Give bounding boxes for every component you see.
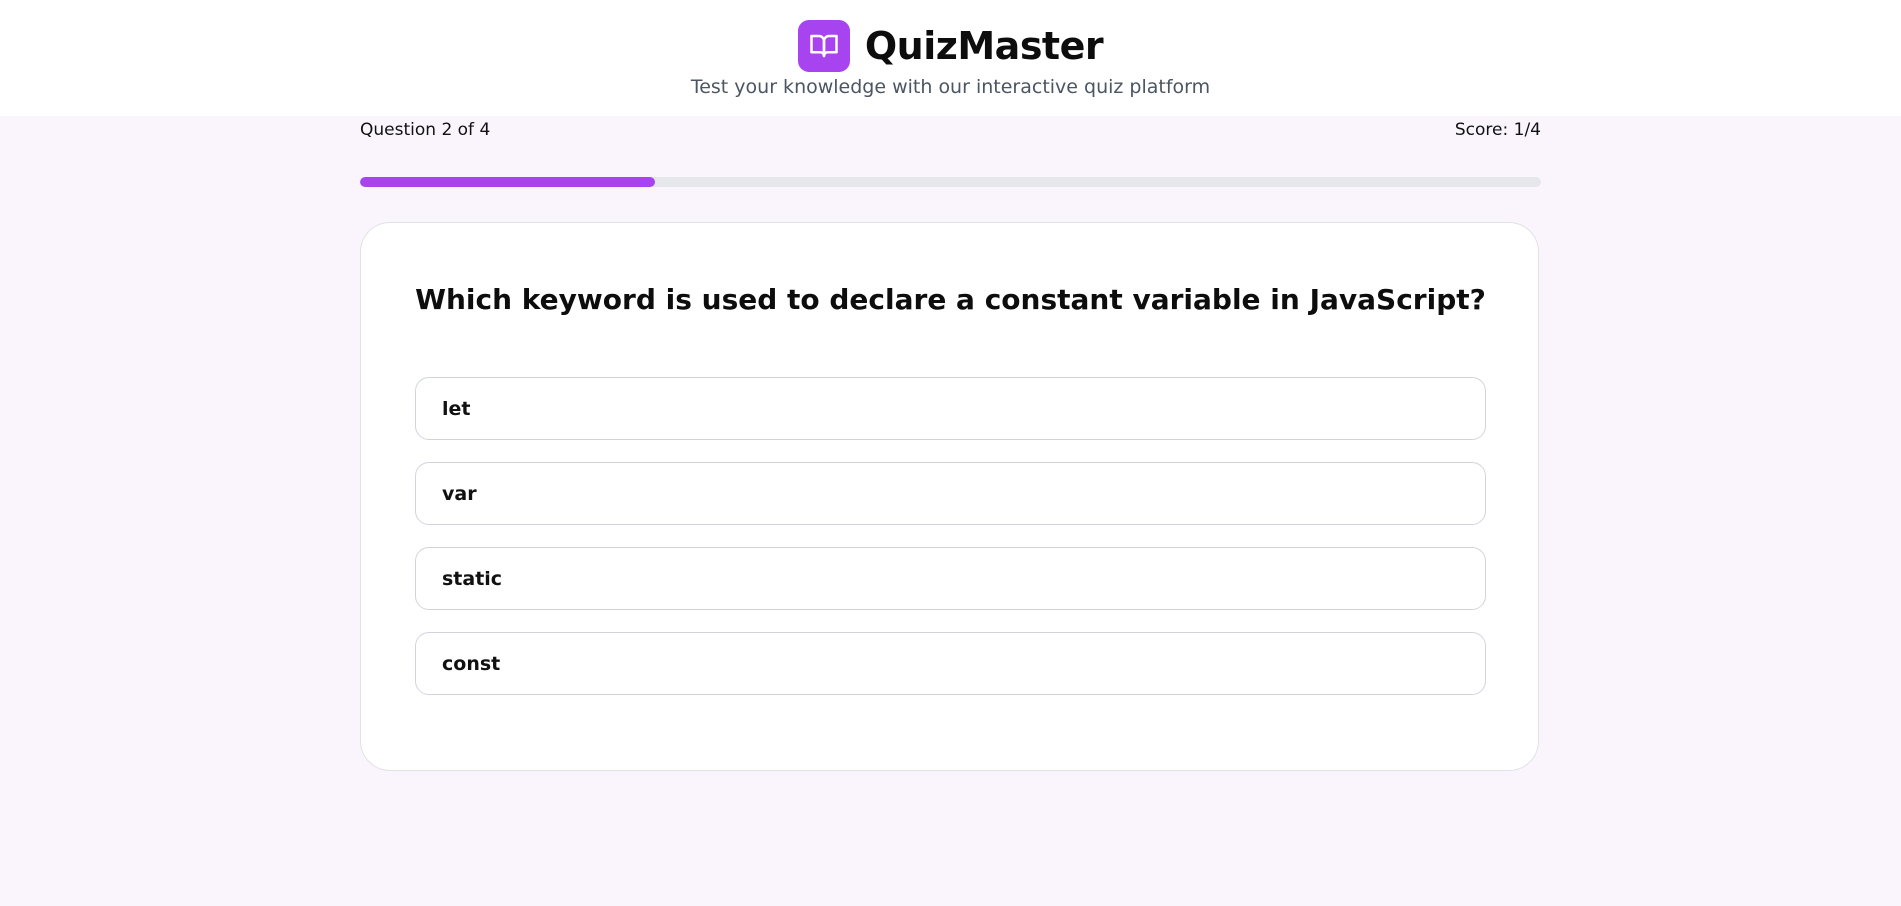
question-counter: Question 2 of 4 bbox=[360, 120, 491, 140]
logo bbox=[797, 20, 850, 72]
answer-option-const[interactable]: const bbox=[415, 632, 1486, 695]
answer-option-static[interactable]: static bbox=[415, 547, 1486, 610]
question-text: Which keyword is used to declare a const… bbox=[415, 283, 1486, 316]
progress-bar-fill bbox=[360, 177, 656, 187]
answer-option-var[interactable]: var bbox=[415, 462, 1486, 525]
app-tagline: Test your knowledge with our interactive… bbox=[690, 76, 1211, 98]
progress-bar bbox=[360, 177, 1541, 187]
question-card: Which keyword is used to declare a const… bbox=[360, 222, 1539, 771]
answer-options: let var static const bbox=[415, 377, 1486, 717]
score-label: Score: 1/4 bbox=[1454, 120, 1541, 140]
app-title: QuizMaster bbox=[864, 24, 1104, 68]
brand: QuizMaster bbox=[0, 20, 1901, 72]
answer-option-let[interactable]: let bbox=[415, 377, 1486, 440]
open-book-icon bbox=[810, 34, 838, 58]
app-header: QuizMaster Test your knowledge with our … bbox=[0, 0, 1901, 116]
